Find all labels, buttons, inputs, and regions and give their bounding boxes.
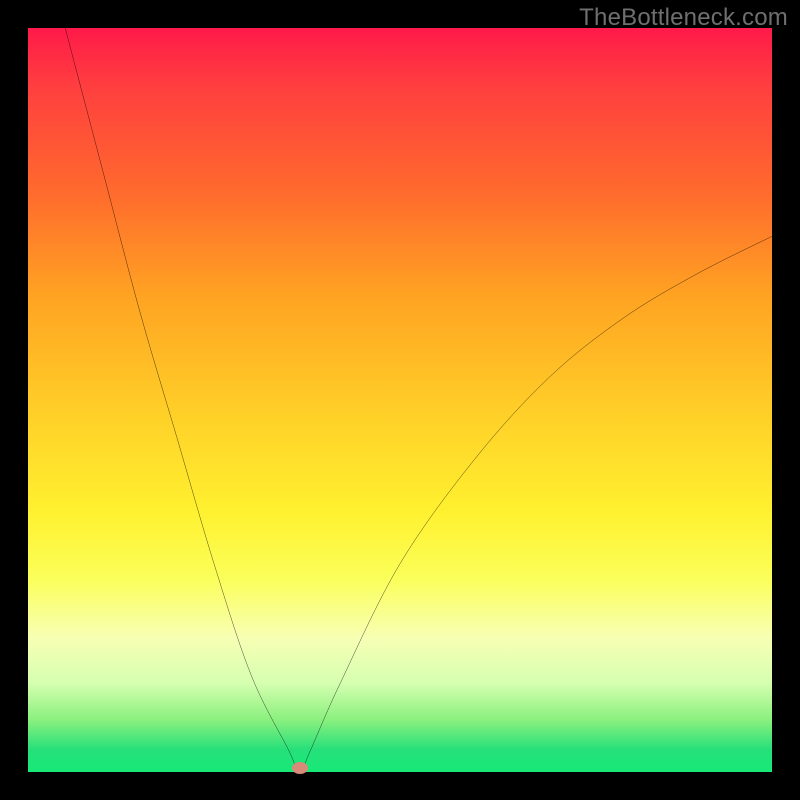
plot-area <box>28 28 772 772</box>
outer-frame: TheBottleneck.com <box>0 0 800 800</box>
watermark-text: TheBottleneck.com <box>579 4 788 32</box>
bottleneck-curve <box>28 28 772 772</box>
optimal-marker <box>292 762 308 774</box>
